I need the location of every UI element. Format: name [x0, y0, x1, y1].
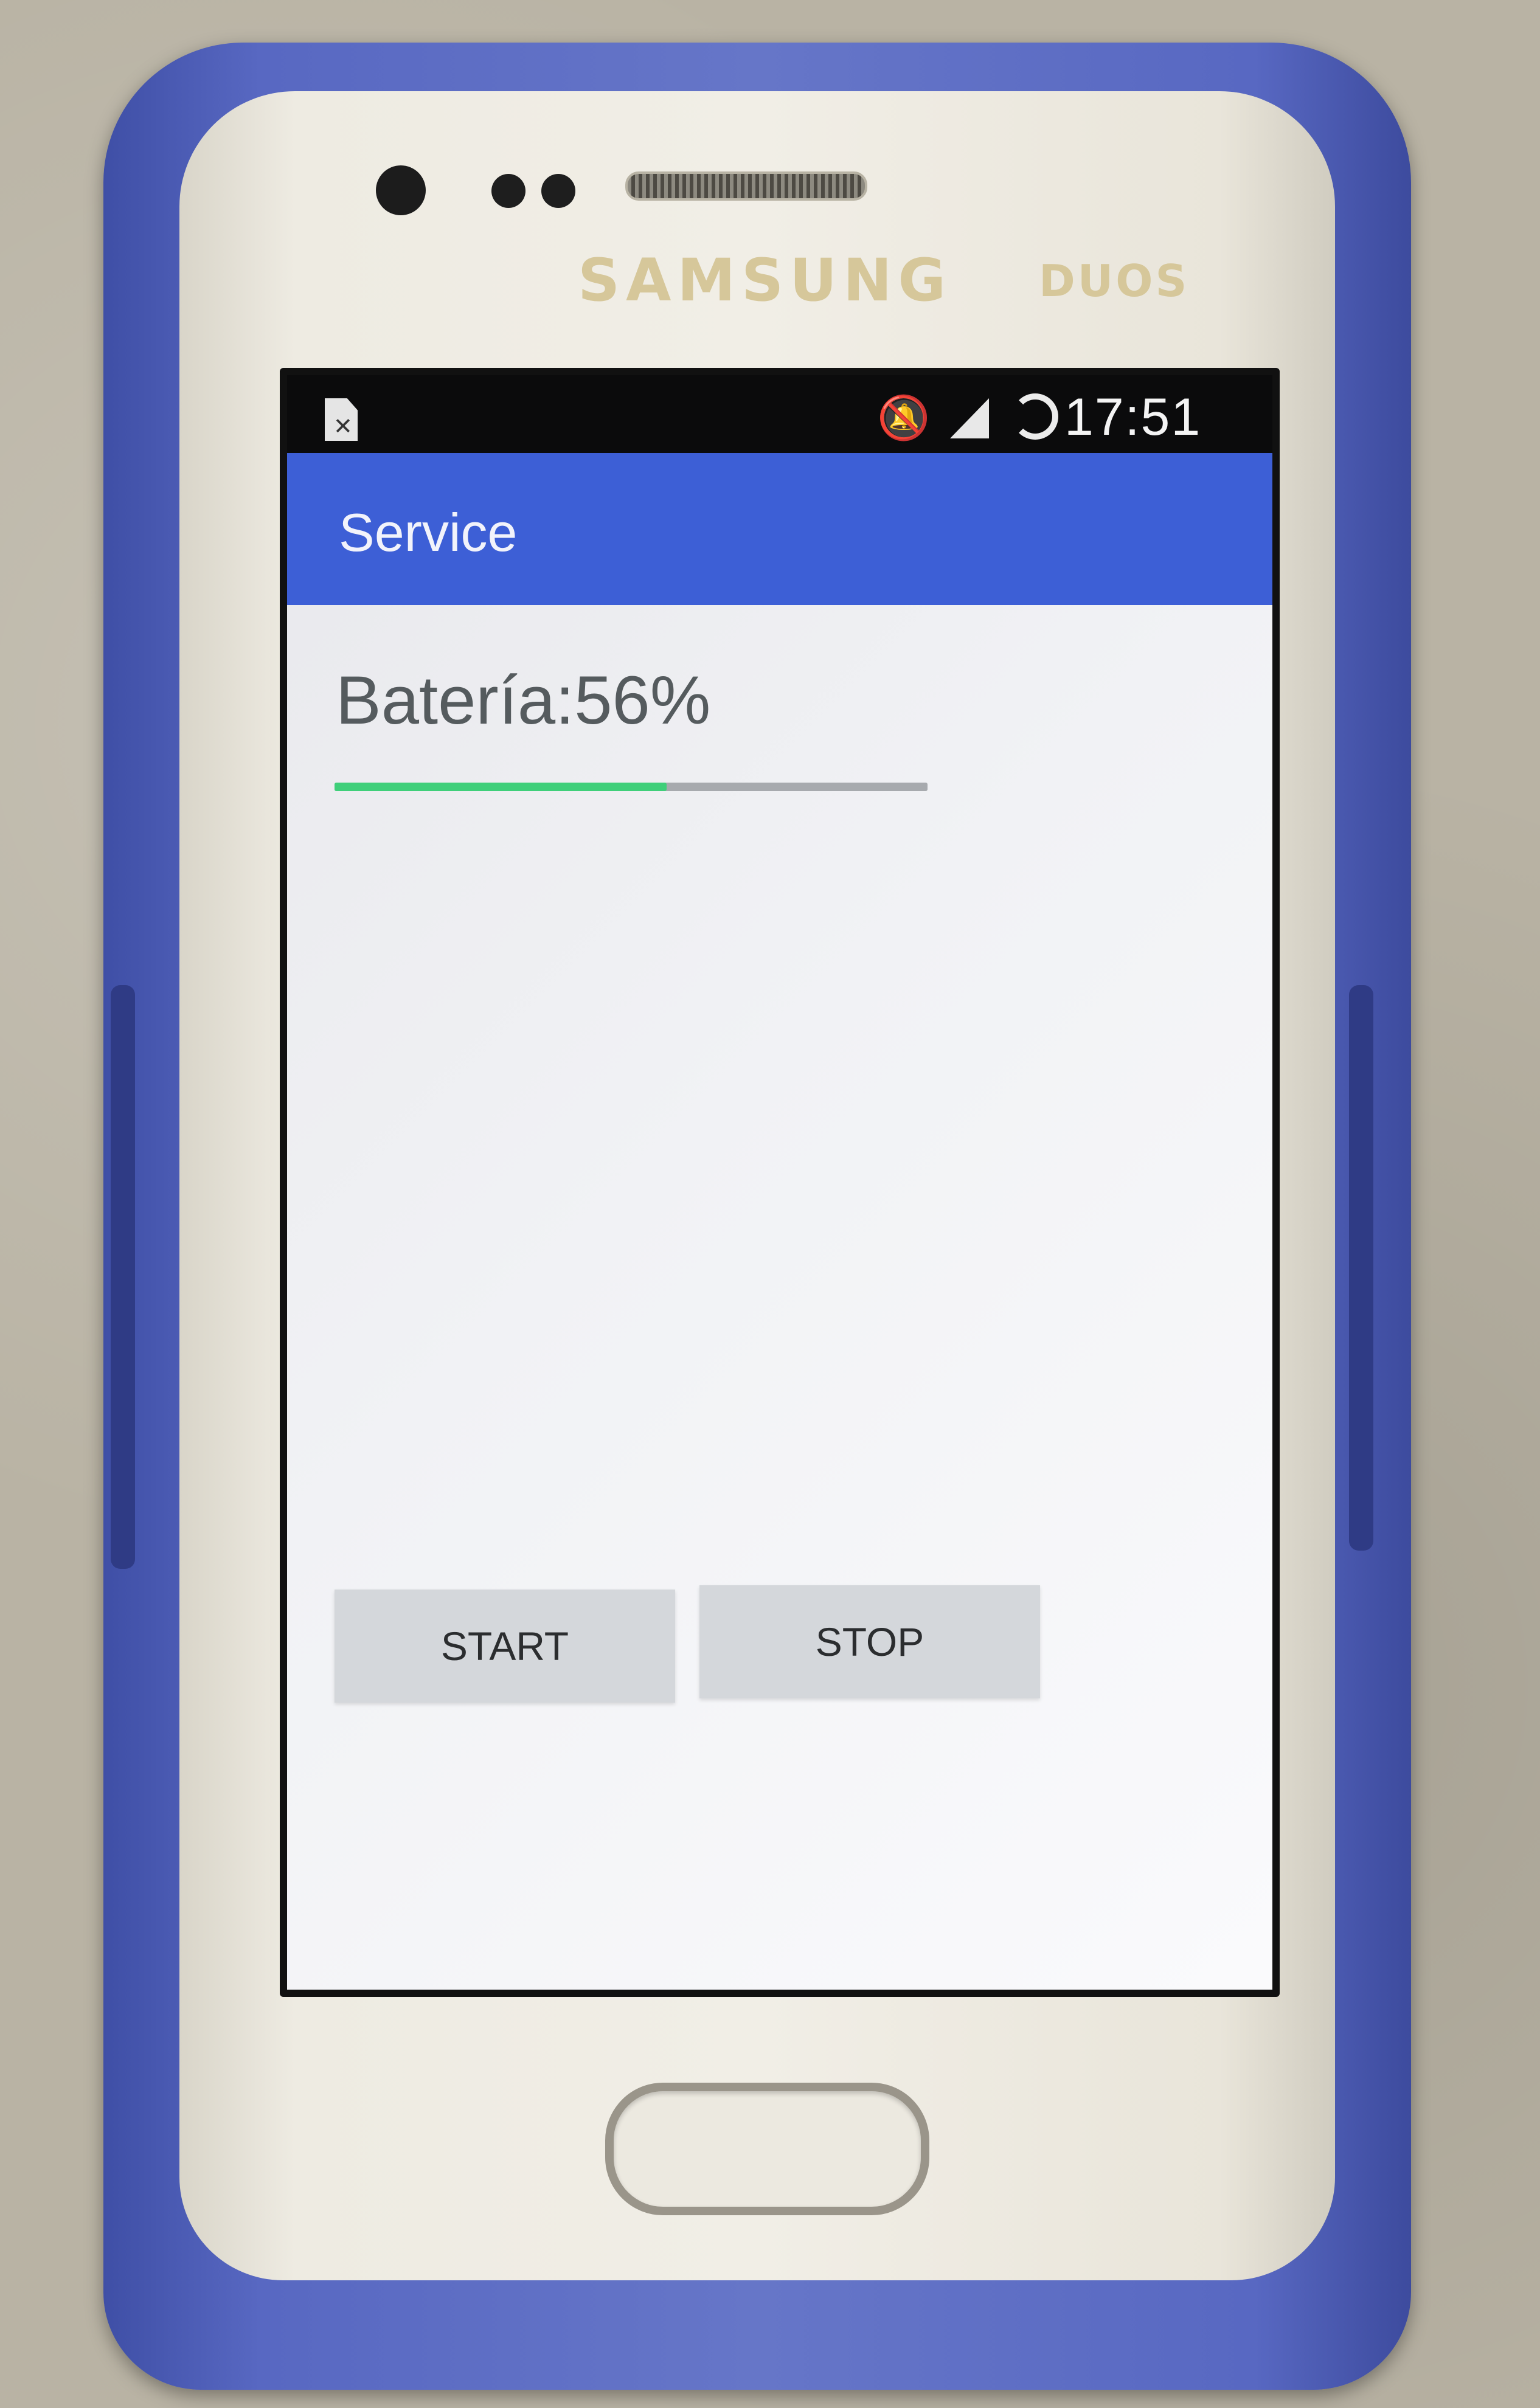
stop-button[interactable]: STOP — [699, 1585, 1040, 1698]
brand-logo: SAMSUNG — [578, 246, 952, 314]
volume-button[interactable] — [111, 985, 135, 1569]
status-clock: 17:51 — [1064, 388, 1202, 446]
front-camera — [376, 165, 426, 215]
signal-icon — [950, 398, 989, 438]
battery-label: Batería:56% — [336, 662, 711, 738]
home-button[interactable] — [605, 2083, 929, 2215]
bell-off-icon: 🔕 — [877, 394, 931, 441]
sync-icon — [1012, 393, 1058, 440]
light-sensor — [541, 174, 575, 208]
battery-progress-bar — [335, 783, 928, 791]
app-bar: Service — [287, 453, 1272, 605]
duos-badge: DUOS — [1039, 255, 1190, 306]
earpiece-speaker — [625, 171, 867, 201]
phone-screen: 🔕 17:51 Service Batería:56% START STOP — [280, 368, 1280, 1997]
proximity-sensor — [491, 174, 525, 208]
status-bar: 🔕 17:51 — [287, 375, 1272, 453]
app-title: Service — [339, 502, 518, 562]
start-button[interactable]: START — [335, 1590, 675, 1703]
power-button[interactable] — [1349, 985, 1373, 1551]
battery-progress-fill — [335, 783, 667, 791]
sim-card-icon — [325, 398, 358, 441]
